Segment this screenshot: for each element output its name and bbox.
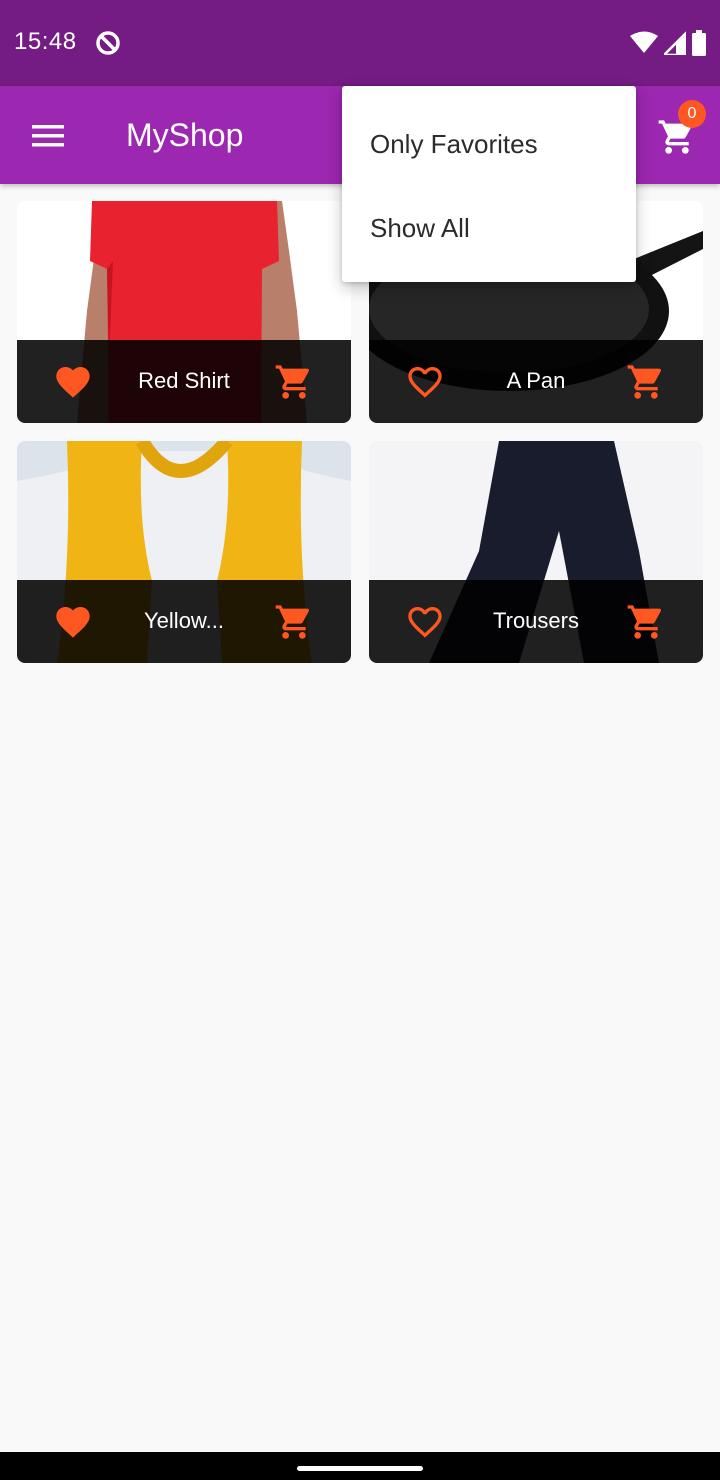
grid-footer: Trousers bbox=[369, 580, 703, 663]
product-card[interactable]: Red Shirt bbox=[17, 201, 351, 423]
product-title: A Pan bbox=[506, 368, 566, 393]
product-title: Red Shirt bbox=[138, 368, 230, 393]
ring-icon bbox=[96, 31, 120, 55]
heart-icon bbox=[56, 607, 90, 638]
add-to-cart-button[interactable] bbox=[624, 360, 668, 404]
product-title: Yellow... bbox=[144, 608, 224, 633]
heart-outline-icon bbox=[408, 607, 442, 638]
product-title: Trousers bbox=[493, 608, 579, 633]
add-cart-icon bbox=[627, 365, 662, 399]
menu-item-only-favorites[interactable]: Only Favorites bbox=[342, 102, 636, 186]
signal-icon bbox=[664, 31, 686, 55]
add-to-cart-button[interactable] bbox=[624, 600, 668, 644]
heart-outline-icon bbox=[408, 367, 442, 398]
add-to-cart-button[interactable] bbox=[272, 360, 316, 404]
favorite-button[interactable] bbox=[403, 600, 447, 644]
favorite-button[interactable] bbox=[51, 600, 95, 644]
menu-icon bbox=[32, 125, 64, 147]
heart-icon bbox=[56, 367, 90, 398]
add-cart-icon bbox=[627, 605, 662, 639]
grid-footer: Yellow... bbox=[17, 580, 351, 663]
navigation-bar bbox=[0, 1452, 720, 1480]
status-bar: 15:48 bbox=[0, 0, 720, 86]
battery-icon bbox=[692, 30, 706, 56]
favorite-button[interactable] bbox=[403, 360, 447, 404]
status-time: 15:48 bbox=[14, 28, 77, 55]
add-cart-icon bbox=[275, 605, 310, 639]
add-to-cart-button[interactable] bbox=[272, 600, 316, 644]
favorite-button[interactable] bbox=[51, 360, 95, 404]
home-gesture-handle[interactable] bbox=[297, 1466, 423, 1471]
grid-footer: A Pan bbox=[369, 340, 703, 423]
product-card[interactable]: Trousers bbox=[369, 441, 703, 663]
add-cart-icon bbox=[275, 365, 310, 399]
cart-count-badge: 0 bbox=[678, 100, 706, 128]
grid-footer: Red Shirt bbox=[17, 340, 351, 423]
menu-button[interactable] bbox=[24, 111, 74, 161]
filter-popup-menu: Only Favorites Show All bbox=[342, 86, 636, 282]
menu-item-show-all[interactable]: Show All bbox=[342, 186, 636, 270]
app-title: MyShop bbox=[126, 117, 244, 153]
product-card[interactable]: Yellow... bbox=[17, 441, 351, 663]
wifi-icon bbox=[630, 31, 658, 53]
